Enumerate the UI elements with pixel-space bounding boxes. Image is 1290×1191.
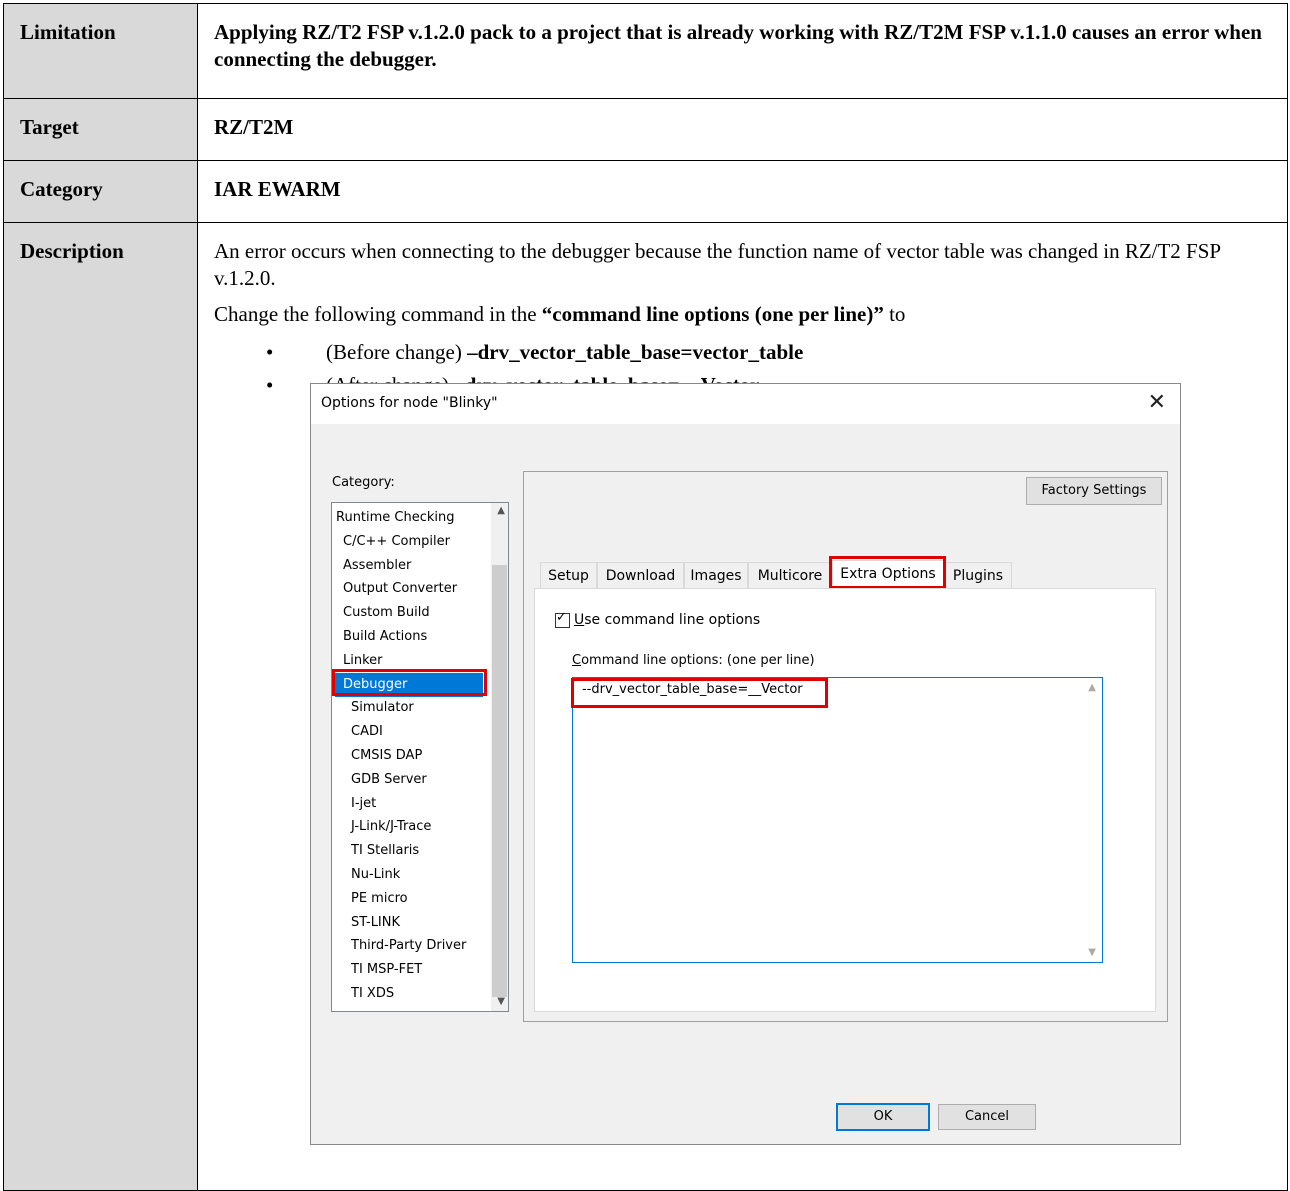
extra-options-page: Use command line options Command line op… (534, 588, 1156, 1012)
category-item[interactable]: PE micro (332, 887, 408, 911)
category-item[interactable]: TI MSP-FET (332, 958, 422, 982)
before-label: (Before change) (326, 339, 468, 364)
category-item[interactable]: Custom Build (332, 601, 430, 625)
category-header: Category (3, 160, 198, 223)
tab-images[interactable]: Images (684, 562, 748, 588)
description-paragraph: An error occurs when connecting to the d… (214, 239, 1221, 291)
category-item[interactable]: Output Converter (332, 577, 457, 601)
scroll-down-icon[interactable]: ▼ (497, 996, 505, 1007)
category-item[interactable]: ST-LINK (332, 911, 400, 935)
use-cmd-line-checkbox[interactable] (555, 610, 570, 628)
category-item[interactable]: CADI (332, 720, 383, 744)
tab-setup[interactable]: Setup (540, 562, 597, 588)
options-panel: Factory Settings Setup Download Images M… (523, 471, 1168, 1022)
dialog-title: Options for node "Blinky" (321, 395, 498, 411)
category-item[interactable]: C/C++ Compiler (332, 530, 450, 554)
category-item[interactable]: Simulator (332, 696, 414, 720)
category-value: IAR EWARM (197, 160, 1288, 223)
use-cmd-line-checkbox-row[interactable]: Use command line options (555, 610, 761, 628)
category-item[interactable]: Build Actions (332, 625, 427, 649)
extra-options-highlight-box (829, 556, 946, 589)
limitation-text: Applying RZ/T2 FSP v.1.2.0 pack to a pro… (197, 3, 1288, 99)
description-header: Description (3, 222, 198, 1191)
list-item-before: (Before change) –drv_vector_table_base=v… (214, 336, 1277, 369)
target-value: RZ/T2M (197, 98, 1288, 161)
category-item[interactable]: I-jet (332, 792, 376, 816)
cancel-button[interactable]: Cancel (938, 1104, 1036, 1130)
category-item[interactable]: TI Stellaris (332, 839, 419, 863)
use-cmd-line-label: Use command line options (574, 612, 761, 628)
category-item[interactable]: J-Link/J-Trace (332, 815, 431, 839)
instruction-paragraph: Change the following command in the “com… (214, 301, 1277, 328)
debugger-highlight-box (332, 669, 487, 696)
tab-multicore[interactable]: Multicore (748, 562, 832, 588)
limitation-header: Limitation (3, 3, 198, 99)
options-dialog-screenshot: Options for node "Blinky" ✕ Category: Ru… (310, 383, 1181, 1145)
category-scrollbar[interactable]: ▲ ▼ (491, 503, 508, 1011)
target-header: Target (3, 98, 198, 161)
category-item[interactable]: CMSIS DAP (332, 744, 422, 768)
instruction-prefix: Change the following command in the (214, 301, 542, 326)
category-item[interactable]: GDB Server (332, 768, 427, 792)
category-item[interactable]: Assembler (332, 554, 411, 578)
before-command: –drv_vector_table_base=vector_table (467, 339, 804, 364)
textarea-scroll-down-icon[interactable]: ▼ (1088, 947, 1096, 958)
cmd-line-label: Command line options: (one per line) (572, 653, 815, 668)
ok-button[interactable]: OK (836, 1103, 930, 1131)
tab-plugins[interactable]: Plugins (944, 562, 1012, 588)
factory-settings-button[interactable]: Factory Settings (1026, 477, 1162, 505)
cmd-line-textarea[interactable]: --drv_vector_table_base=__Vector ▲ ▼ (572, 677, 1103, 963)
category-item[interactable]: TI XDS (332, 982, 394, 1006)
category-item[interactable]: Third-Party Driver (332, 934, 466, 958)
category-label: Category: (332, 475, 395, 490)
category-list[interactable]: Runtime Checking C/C++ Compiler Assembler O… (331, 502, 509, 1012)
textarea-scroll-up-icon[interactable]: ▲ (1088, 682, 1096, 693)
tab-download[interactable]: Download (597, 562, 684, 588)
dialog-titlebar: Options for node "Blinky" ✕ (311, 384, 1180, 424)
category-item[interactable]: Runtime Checking (332, 506, 455, 530)
close-icon[interactable]: ✕ (1148, 390, 1166, 415)
cmd-value-highlight-box (571, 678, 828, 708)
category-item[interactable]: Nu-Link (332, 863, 400, 887)
instruction-option-name: “command line options (one per line)” (541, 301, 884, 326)
scroll-thumb[interactable] (492, 565, 507, 997)
scroll-up-icon[interactable]: ▲ (497, 505, 505, 516)
instruction-suffix: to (883, 301, 906, 326)
